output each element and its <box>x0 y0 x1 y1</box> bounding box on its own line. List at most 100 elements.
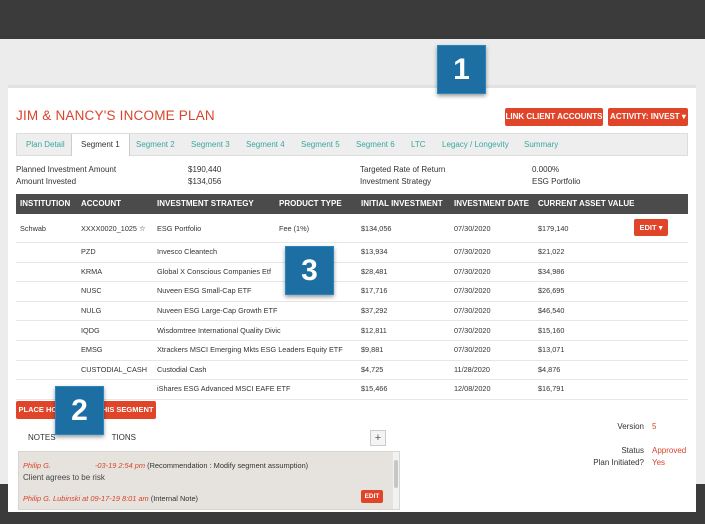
tab-segment-1[interactable]: Segment 1 <box>71 134 130 156</box>
cell-initial-investment: $134,056 <box>361 223 392 233</box>
cell-account: KRMA <box>81 266 103 276</box>
notes-tab-suffix: TIONS <box>111 433 137 442</box>
table-row[interactable]: EMSG Xtrackers MSCI Emerging Mkts ESG Lea… <box>16 340 688 361</box>
plan-initiated-value: Yes <box>652 458 666 467</box>
cell-current-value: $34,986 <box>538 266 565 276</box>
tab-segment-2[interactable]: Segment 2 <box>136 134 175 156</box>
cell-strategy: Invesco Cleantech <box>157 247 218 257</box>
link-client-accounts-button[interactable]: LINK CLIENT ACCOUNTS <box>505 108 603 126</box>
note-author: Philip G. Lubinski at 09-17-19 8:01 am <box>23 494 149 503</box>
amount-invested-value: $134,056 <box>188 177 222 186</box>
tab-legacy-longevity[interactable]: Legacy / Longevity <box>442 134 509 156</box>
cell-current-value: $46,540 <box>538 306 565 316</box>
amount-invested-label: Amount Invested <box>16 177 77 186</box>
planned-amount-label: Planned Investment Amount <box>16 165 117 174</box>
cell-account: PZD <box>81 247 96 257</box>
status-label: Status <box>621 446 644 455</box>
cell-current-value: $179,140 <box>538 223 569 233</box>
cell-account: NUSC <box>81 286 102 296</box>
note-type: (Recommendation : Modify segment assumpt… <box>147 461 309 470</box>
table-row[interactable]: IQDG Wisdomtree International Quality Div… <box>16 320 688 341</box>
note-body: Client agrees to be risk <box>23 473 105 482</box>
activity-label: ACTIVITY: INVEST <box>610 112 680 121</box>
status-value: Approved <box>652 446 687 455</box>
tab-segment-4[interactable]: Segment 4 <box>246 134 285 156</box>
note-type: (Internal Note) <box>150 494 199 503</box>
cell-strategy: iShares ESG Advanced MSCI EAFE ETF <box>157 384 291 394</box>
cell-strategy: Nuveen ESG Small-Cap ETF <box>157 286 252 296</box>
tab-segment-3[interactable]: Segment 3 <box>191 134 230 156</box>
table-row[interactable]: NUSC Nuveen ESG Small-Cap ETF $17,716 07/30… <box>16 281 688 302</box>
cell-initial-investment: $17,716 <box>361 286 388 296</box>
cell-current-value: $15,160 <box>538 325 565 335</box>
cell-initial-investment: $13,934 <box>361 247 388 257</box>
table-row[interactable]: DMXFiShares ESG Advanced MSCI EAFE ETF$1… <box>16 379 688 400</box>
tab-summary[interactable]: Summary <box>524 134 558 156</box>
notes-list: Philip G. -03-19 2:54 pm (Recommendation … <box>18 451 400 510</box>
investment-strategy-value: ESG Portfolio <box>532 177 581 186</box>
edit-account-button[interactable]: EDIT ▾ <box>634 219 668 236</box>
notes-scrollbar[interactable] <box>393 452 399 509</box>
col-product-type[interactable]: PRODUCT TYPE <box>279 194 342 214</box>
cell-initial-investment: $4,725 <box>361 364 384 374</box>
cell-investment-date: 07/30/2020 <box>454 345 491 355</box>
cell-current-value: $4,876 <box>538 364 561 374</box>
table-row[interactable]: CUSTODIAL_CASH Custodial Cash $4,725 11/28/… <box>16 360 688 381</box>
tab-ltc[interactable]: LTC <box>411 134 426 156</box>
col-current-asset-value[interactable]: CURRENT ASSET VALUE <box>538 194 634 214</box>
cell-account: EMSG <box>81 345 103 355</box>
app-frame: JIM & NANCY'S INCOME PLAN LINK CLIENT AC… <box>0 39 705 512</box>
tab-segment-5[interactable]: Segment 5 <box>301 134 340 156</box>
cell-strategy: Wisdomtree International Quality Divic <box>157 325 281 335</box>
cell-investment-date: 12/08/2020 <box>454 384 491 394</box>
edit-note-button[interactable]: EDIT <box>361 490 383 503</box>
cell-strategy: ESG Portfolio <box>157 223 202 233</box>
table-row[interactable]: PZD Invesco Cleantech $13,934 07/30/2020 $21… <box>16 242 688 263</box>
table-row[interactable]: KRMA Global X Conscious Companies Etf $28,… <box>16 262 688 283</box>
cell-initial-investment: $15,466 <box>361 384 388 394</box>
cell-initial-investment: $9,881 <box>361 345 384 355</box>
note-author: Philip G. <box>23 461 51 470</box>
version-label: Version <box>617 422 644 431</box>
callout-badge-3: 3 <box>285 246 334 295</box>
tab-plan-detail[interactable]: Plan Detail <box>26 134 65 156</box>
activity-dropdown-button[interactable]: ACTIVITY: INVEST ▾ <box>608 108 688 126</box>
segment-tabs: Plan Detail Segment 1 Segment 2 Segment … <box>16 133 688 156</box>
edit-label: EDIT <box>639 223 657 232</box>
cell-account: CUSTODIAL_CASH <box>81 364 147 374</box>
cell-investment-date: 07/30/2020 <box>454 306 491 316</box>
scroll-thumb[interactable] <box>394 460 398 488</box>
notes-tab-prefix: NOTES <box>28 433 56 442</box>
table-row[interactable]: Schwab XXXX0020_1025 ☆ ESG Portfolio Fee (1… <box>16 214 688 243</box>
add-note-button[interactable]: + <box>370 430 386 446</box>
col-investment-date[interactable]: INVESTMENT DATE <box>454 194 529 214</box>
cell-strategy: Xtrackers MSCI Emerging Mkts ESG Leaders… <box>157 345 343 355</box>
cell-strategy: Global X Conscious Companies Etf <box>157 266 271 276</box>
cell-institution: Schwab <box>20 223 46 233</box>
caret-down-icon: ▾ <box>681 112 686 121</box>
version-value: 5 <box>652 422 657 431</box>
cell-initial-investment: $12,811 <box>361 325 387 335</box>
cell-investment-date: 07/30/2020 <box>454 266 491 276</box>
tab-segment-6[interactable]: Segment 6 <box>356 134 395 156</box>
table-row[interactable]: NULG Nuveen ESG Large-Cap Growth ETF $37,2… <box>16 301 688 322</box>
col-institution[interactable]: INSTITUTION <box>20 194 70 214</box>
target-rate-label: Targeted Rate of Return <box>360 165 446 174</box>
callout-badge-2: 2 <box>55 386 104 435</box>
cell-current-value: $26,695 <box>538 286 565 296</box>
investment-strategy-label: Investment Strategy <box>360 177 432 186</box>
cell-current-value: $21,022 <box>538 247 565 257</box>
page-title: JIM & NANCY'S INCOME PLAN <box>16 108 215 123</box>
col-initial-investment[interactable]: INITIAL INVESTMENT <box>361 194 443 214</box>
cell-investment-date: 11/28/2020 <box>454 364 490 374</box>
cell-investment-date: 07/30/2020 <box>454 325 491 335</box>
target-rate-value: 0.000% <box>532 165 560 174</box>
col-investment-strategy[interactable]: INVESTMENT STRATEGY <box>157 194 254 214</box>
cell-current-value: $13,071 <box>538 345 565 355</box>
col-account[interactable]: ACCOUNT <box>81 194 121 214</box>
cell-investment-date: 07/30/2020 <box>454 247 491 257</box>
caret-down-icon: ▾ <box>658 223 663 232</box>
callout-badge-1: 1 <box>437 45 486 94</box>
note-date: -03-19 2:54 pm <box>94 461 146 470</box>
cell-investment-date: 07/30/2020 <box>454 223 491 233</box>
